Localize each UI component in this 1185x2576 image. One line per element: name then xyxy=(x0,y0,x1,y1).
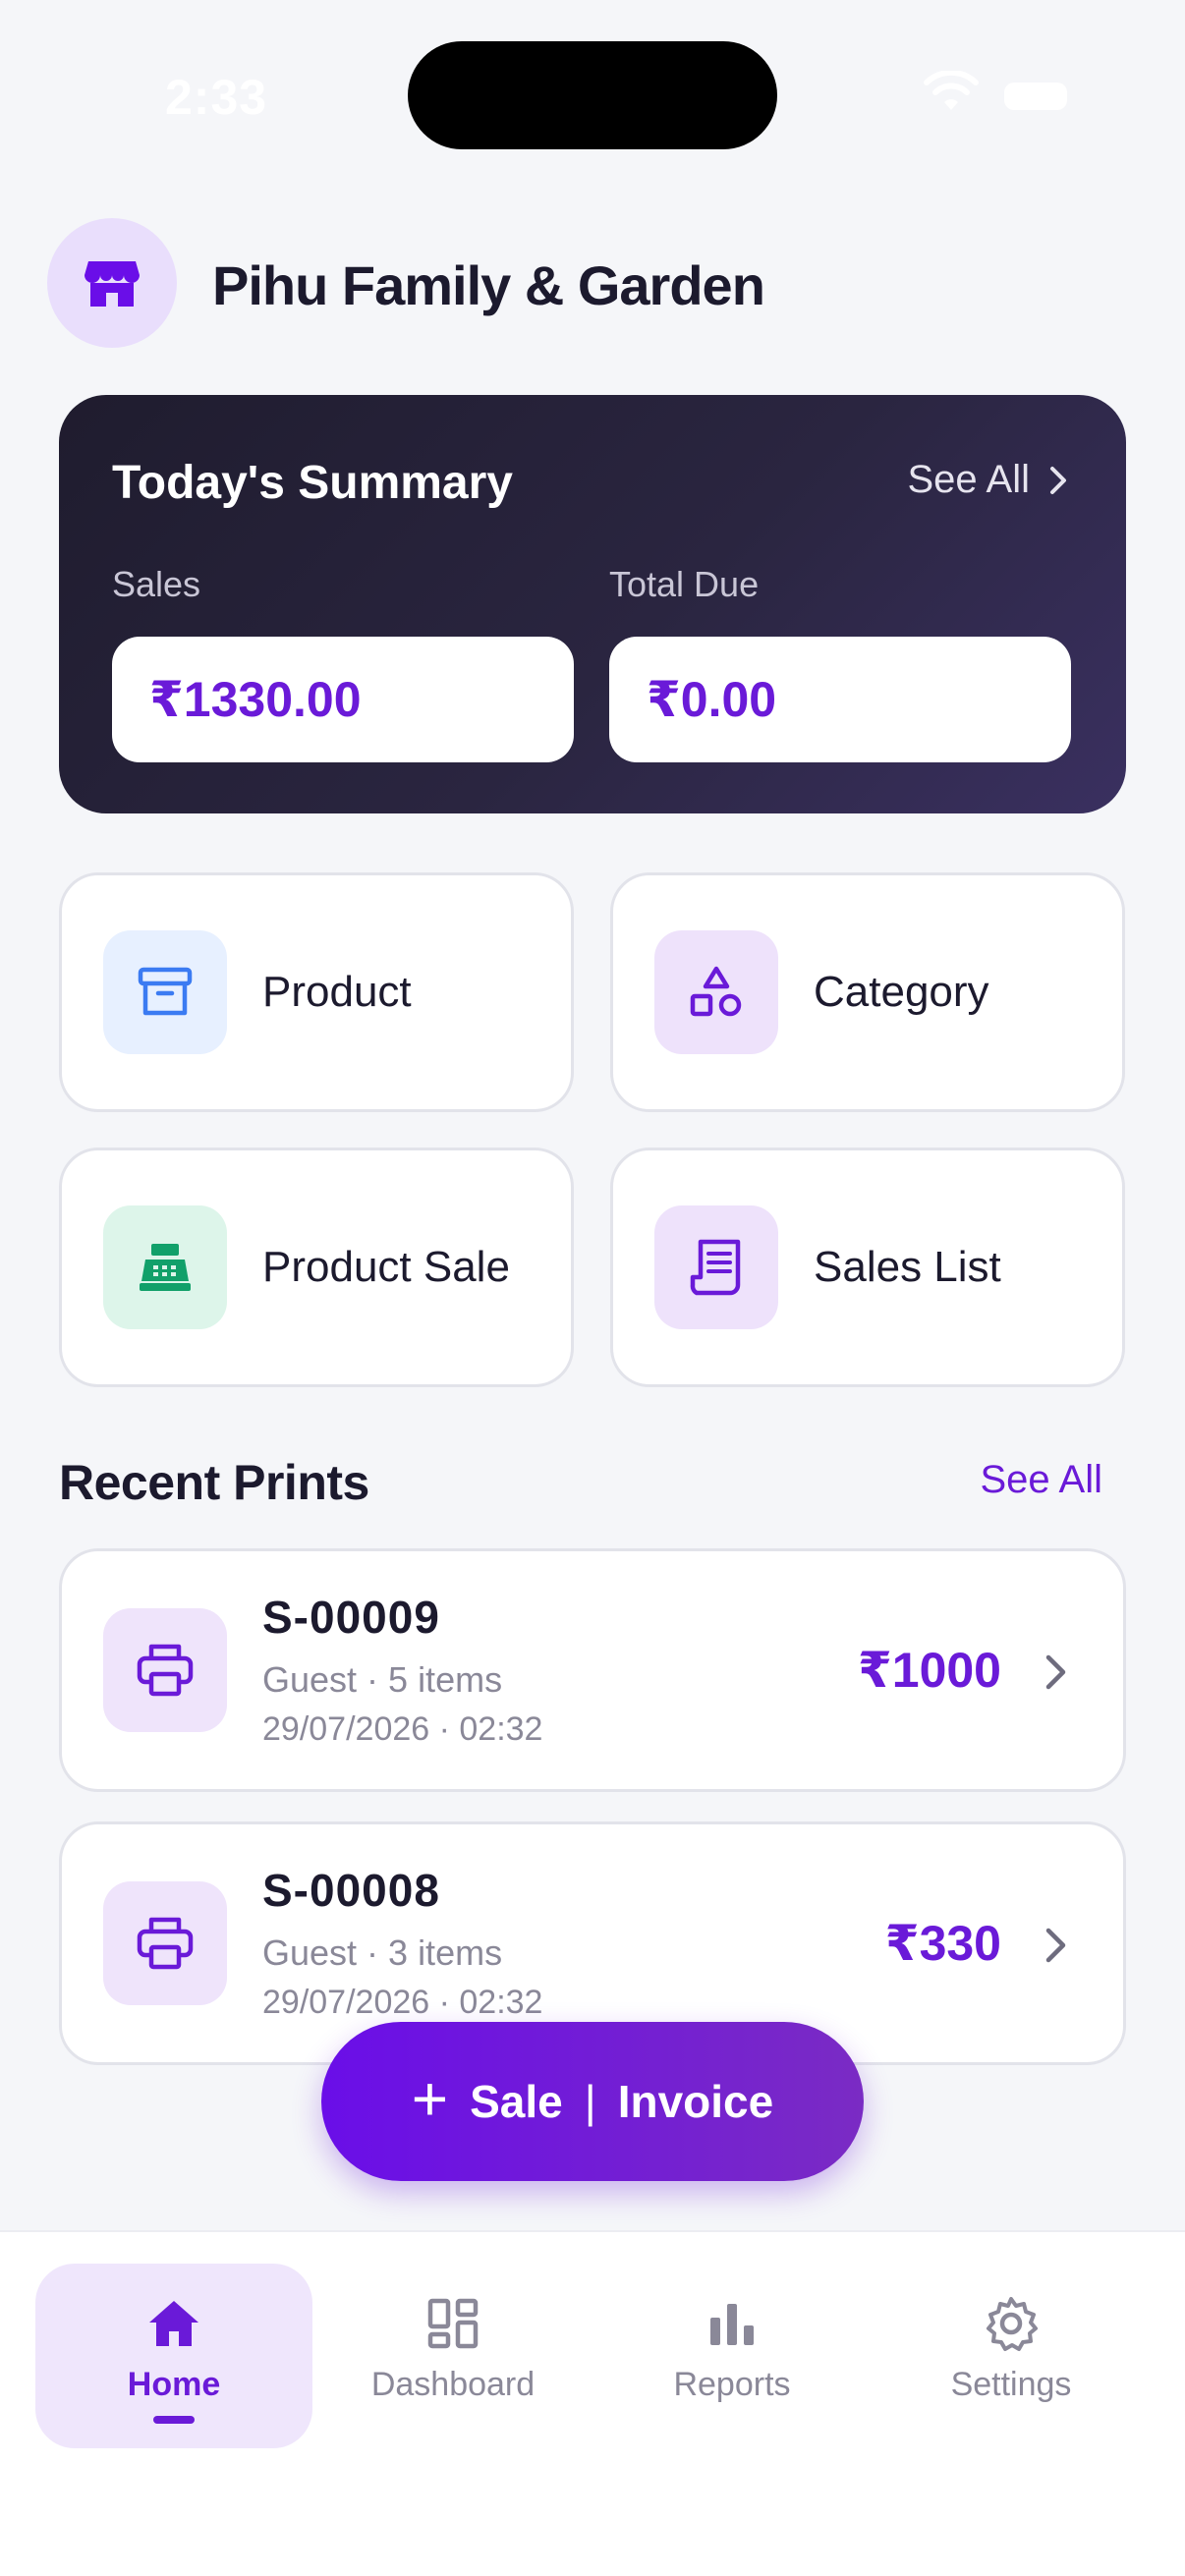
receipt-icon xyxy=(654,1205,778,1329)
bottom-navigation: Home Dashboard Reports Settings xyxy=(0,2230,1185,2576)
storefront-icon xyxy=(85,261,140,307)
total-due-label: Total Due xyxy=(609,564,760,604)
tile-product-label: Product xyxy=(262,968,412,1016)
nav-home[interactable]: Home xyxy=(35,2264,312,2448)
sales-value-box: ₹1330.00 xyxy=(112,637,574,762)
fab-separator: | xyxy=(584,2076,596,2127)
nav-settings[interactable]: Settings xyxy=(873,2264,1150,2448)
print-meta: Guest · 5 items xyxy=(262,1659,503,1700)
sales-label: Sales xyxy=(112,564,201,604)
chevron-right-icon xyxy=(1045,1654,1066,1690)
status-time: 2:33 xyxy=(165,70,268,125)
nav-home-label: Home xyxy=(127,2366,221,2403)
shapes-icon xyxy=(654,930,778,1054)
archive-box-icon xyxy=(103,930,227,1054)
bar-chart-icon xyxy=(700,2291,764,2356)
home-icon xyxy=(141,2291,206,2356)
recent-prints-see-all-link[interactable]: See All xyxy=(980,1458,1102,1502)
dashboard-icon xyxy=(421,2291,485,2356)
store-name: Pihu Family & Garden xyxy=(212,254,765,316)
printer-icon xyxy=(103,1881,227,2005)
gear-icon xyxy=(979,2291,1044,2356)
tile-product-sale-label: Product Sale xyxy=(262,1243,510,1291)
total-due-value: ₹0.00 xyxy=(647,672,777,727)
print-meta: Guest · 3 items xyxy=(262,1932,503,1973)
fab-label-sale: Sale xyxy=(470,2076,563,2127)
store-avatar[interactable] xyxy=(47,218,177,348)
tile-sales-list[interactable]: Sales List xyxy=(610,1148,1125,1387)
print-amount: ₹1000 xyxy=(857,1643,1001,1698)
plus-icon: + xyxy=(411,2063,449,2134)
summary-title: Today's Summary xyxy=(112,457,513,509)
nav-active-indicator xyxy=(153,2416,195,2424)
print-invoice-id: S-00008 xyxy=(262,1865,440,1916)
print-date: 29/07/2026 · 02:32 xyxy=(262,1984,543,2021)
tile-product-sale[interactable]: Product Sale xyxy=(59,1148,574,1387)
recent-print-item[interactable]: S-00009 Guest · 5 items 29/07/2026 · 02:… xyxy=(59,1548,1126,1792)
print-amount: ₹330 xyxy=(884,1916,1001,1971)
sales-value: ₹1330.00 xyxy=(149,672,362,727)
tile-category-label: Category xyxy=(814,968,989,1016)
chevron-right-icon xyxy=(1050,466,1066,494)
nav-reports-label: Reports xyxy=(673,2366,791,2403)
nav-dashboard-label: Dashboard xyxy=(370,2366,536,2403)
dynamic-island xyxy=(408,41,777,149)
chevron-right-icon xyxy=(1045,1928,1066,1963)
tile-sales-list-label: Sales List xyxy=(814,1243,1001,1291)
nav-reports[interactable]: Reports xyxy=(593,2264,871,2448)
print-invoice-id: S-00009 xyxy=(262,1592,440,1643)
fab-label-invoice: Invoice xyxy=(617,2076,774,2127)
recent-prints-title: Recent Prints xyxy=(59,1455,369,1510)
total-due-value-box: ₹0.00 xyxy=(609,637,1071,762)
todays-summary-card: Today's Summary See All Sales Total Due … xyxy=(59,395,1126,813)
print-date: 29/07/2026 · 02:32 xyxy=(262,1710,543,1748)
battery-icon xyxy=(1004,83,1067,110)
summary-see-all-link[interactable]: See All xyxy=(907,458,1067,502)
wifi-icon xyxy=(924,71,979,110)
nav-dashboard[interactable]: Dashboard xyxy=(314,2264,592,2448)
tile-product[interactable]: Product xyxy=(59,872,574,1112)
new-sale-invoice-button[interactable]: + Sale | Invoice xyxy=(321,2022,864,2181)
summary-see-all-label: See All xyxy=(907,458,1030,501)
nav-settings-label: Settings xyxy=(950,2366,1072,2403)
cash-register-icon xyxy=(103,1205,227,1329)
printer-icon xyxy=(103,1608,227,1732)
tile-category[interactable]: Category xyxy=(610,872,1125,1112)
